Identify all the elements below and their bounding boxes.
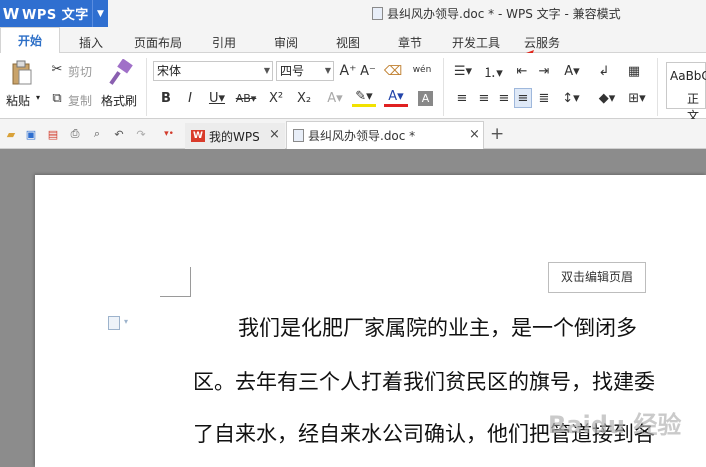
scissors-icon[interactable]: ✂ (50, 62, 64, 77)
wps-logo-icon: W (2, 4, 20, 23)
app-title: WPS 文字 (22, 8, 89, 23)
font-name-value: 宋体 (157, 64, 182, 78)
doc-tab-active[interactable]: 县纠风办领导.doc * × (286, 121, 484, 149)
shading-icon[interactable]: ◆▾ (596, 89, 618, 107)
new-tab-icon[interactable]: + (490, 124, 504, 144)
copy-icon[interactable]: ⧉ (50, 91, 64, 106)
redo-icon[interactable]: ↷ (134, 127, 148, 141)
justify-icon[interactable]: ≡ (514, 88, 532, 108)
bold-icon[interactable]: B (158, 89, 174, 107)
app-menu-button[interactable]: W WPS 文字 ▼ (0, 0, 108, 27)
grow-font-icon[interactable]: A⁺ (340, 62, 357, 80)
align-right-icon[interactable]: ≡ (496, 89, 512, 107)
line-spacing-icon[interactable]: ↕▾ (560, 89, 582, 107)
pinyin-guide-icon[interactable]: wén (410, 60, 434, 80)
change-case-icon[interactable]: A▾ (560, 62, 584, 80)
font-size-value: 四号 (280, 64, 305, 78)
align-left-icon[interactable]: ≡ (454, 89, 470, 107)
style-gallery[interactable]: AaBbC 正文 (666, 62, 706, 123)
print-preview-icon[interactable]: ⌕ (90, 127, 104, 141)
ribbon-separator (657, 58, 658, 116)
copy-button[interactable]: 复制 (68, 92, 92, 109)
chevron-down-icon: ▼ (263, 66, 270, 75)
text-effect-icon[interactable]: A▾ (326, 89, 344, 107)
paragraph-mark-icon[interactable]: ↲ (596, 62, 612, 80)
table-icon[interactable]: ▦ (626, 62, 642, 80)
tab-view[interactable]: 视图 (336, 34, 360, 51)
chevron-down-icon: ▾ (124, 317, 129, 326)
distribute-icon[interactable]: ≣ (536, 89, 552, 107)
strikethrough-icon[interactable]: AB▾ (232, 89, 260, 107)
align-center-icon[interactable]: ≡ (476, 89, 492, 107)
undo-icon[interactable]: ↶ (112, 127, 126, 141)
format-painter-icon[interactable] (106, 58, 136, 88)
paragraph-tag-icon[interactable] (108, 316, 120, 330)
ribbon-home: 粘贴 ▾ ✂ 剪切 ⧉ 复制 格式刷 宋体 ▼ 四号 ▼ A⁺ A⁻ ⌫ wén B… (0, 53, 706, 123)
document-icon (293, 129, 304, 142)
document-line[interactable]: 我们是化肥厂家属院的业主，是一个倒闭多 (238, 312, 637, 342)
open-folder-icon[interactable]: ▰ (4, 127, 18, 141)
doc-tab-my-wps[interactable]: W 我的WPS × (185, 123, 285, 149)
format-painter-button[interactable]: 格式刷 (101, 92, 137, 109)
superscript-icon[interactable]: X² (268, 89, 284, 107)
close-icon[interactable]: × (269, 127, 280, 142)
tab-home[interactable]: 开始 (0, 27, 60, 54)
clear-format-icon[interactable]: ⌫ (384, 62, 402, 80)
window-title-text: 县纠风办领导.doc * - WPS 文字 - 兼容模式 (387, 7, 621, 21)
doc-tab-label: 县纠风办领导.doc * (308, 129, 416, 143)
increase-indent-icon[interactable]: ⇥ (536, 62, 552, 80)
highlight-icon[interactable]: ✎▾ (352, 89, 376, 107)
window-title: 县纠风办领导.doc * - WPS 文字 - 兼容模式 (372, 5, 621, 22)
tab-chapter[interactable]: 章节 (398, 34, 422, 51)
margin-corner-mark (190, 267, 191, 297)
font-name-combo[interactable]: 宋体 ▼ (153, 61, 273, 81)
paste-button[interactable]: 粘贴 (6, 92, 30, 109)
paste-icon[interactable] (10, 59, 34, 87)
document-icon (372, 7, 383, 20)
subscript-icon[interactable]: X₂ (294, 89, 314, 107)
ribbon-tab-bar: 开始 插入 页面布局 引用 审阅 视图 章节 开发工具 云服务 (0, 27, 706, 54)
borders-icon[interactable]: ⊞▾ (626, 89, 648, 107)
decrease-indent-icon[interactable]: ⇤ (514, 62, 530, 80)
tab-review[interactable]: 审阅 (274, 34, 298, 51)
italic-icon[interactable]: I (182, 89, 198, 107)
paste-dropdown-icon[interactable]: ▾ (36, 93, 40, 102)
numbered-list-icon[interactable]: ⒈▾ (482, 62, 504, 81)
tab-page-layout[interactable]: 页面布局 (134, 34, 182, 51)
char-shading-icon[interactable]: A (418, 91, 433, 106)
ribbon-separator (146, 58, 147, 116)
doc-tab-label: 我的WPS (209, 129, 260, 144)
customize-toolbar-icon[interactable]: ▾• (162, 127, 176, 141)
app-menu-dropdown-icon[interactable]: ▼ (92, 0, 108, 27)
edit-header-button[interactable]: 双击编辑页眉 (548, 262, 646, 293)
watermark-logo: Baidu 经验 (548, 411, 682, 439)
export-pdf-icon[interactable]: ▤ (46, 127, 60, 141)
cut-button[interactable]: 剪切 (68, 63, 92, 80)
tab-references[interactable]: 引用 (212, 34, 236, 51)
bullet-list-icon[interactable]: ☰▾ (452, 62, 474, 80)
font-size-combo[interactable]: 四号 ▼ (276, 61, 334, 81)
shrink-font-icon[interactable]: A⁻ (360, 62, 376, 80)
tab-insert[interactable]: 插入 (79, 34, 103, 51)
print-icon[interactable]: ⎙ (68, 127, 82, 141)
style-preview-text: AaBbC (670, 69, 706, 83)
document-line[interactable]: 区。去年有三个人打着我们贫民区的旗号，找建委 (193, 366, 655, 396)
wps-logo-icon: W (191, 130, 205, 142)
close-icon[interactable]: × (469, 127, 480, 142)
save-icon[interactable]: ▣ (24, 127, 38, 141)
font-color-icon[interactable]: A▾ (384, 89, 408, 107)
margin-corner-mark (160, 296, 190, 297)
ribbon-separator (443, 58, 444, 116)
underline-icon[interactable]: U▾ (206, 89, 228, 107)
chevron-down-icon: ▼ (324, 66, 331, 75)
